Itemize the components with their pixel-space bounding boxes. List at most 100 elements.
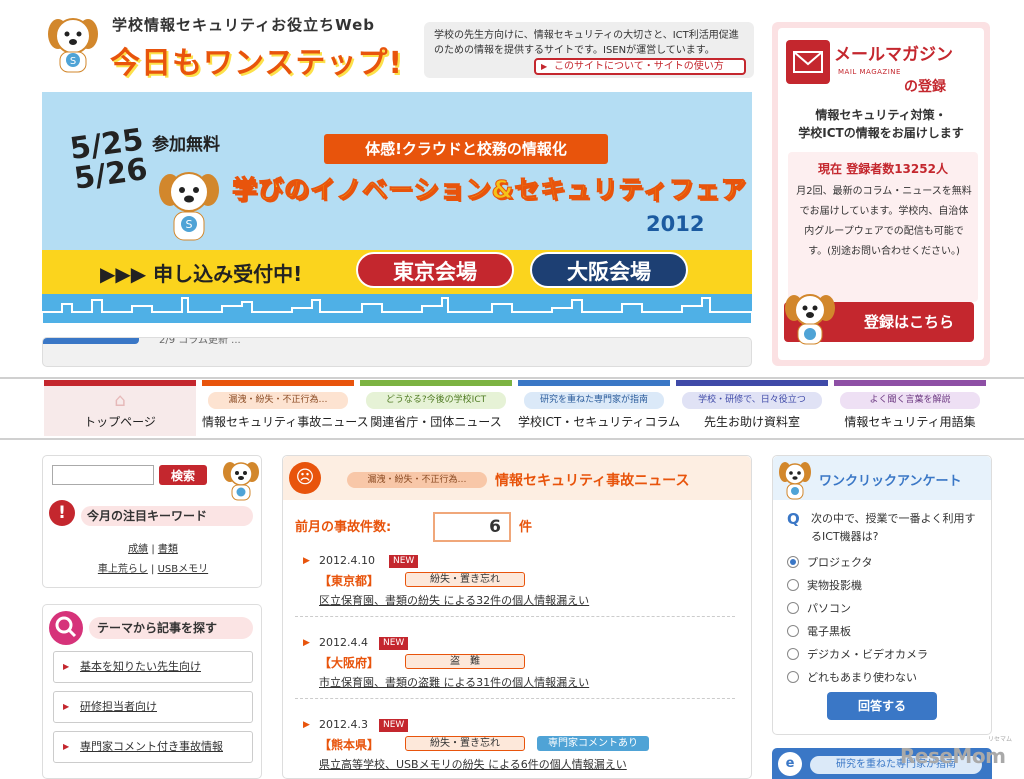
home-icon: ⌂: [114, 390, 126, 411]
news-link[interactable]: 区立保育園、書類の紛失 による32件の個人情報漏えい: [319, 592, 589, 608]
nav-label: 情報セキュリティ事故ニュース: [202, 415, 369, 429]
news-entry: ▶ 2012.4.3 NEW 【熊本県】 紛失・置き忘れ 専門家コメントあり 県…: [295, 716, 735, 779]
poll-option-label: 実物投影機: [807, 579, 862, 592]
banner-newsbar[interactable]: 2/9 コラム更新 ...: [42, 337, 752, 367]
arrow-icon: ▶: [303, 720, 310, 730]
nav-color-bar: [518, 380, 670, 386]
event-banner[interactable]: 5/25 5/26 参加無料 S 体感!クラウドと校務の情報化 学びのイノベーシ…: [42, 92, 752, 324]
poll-option[interactable]: 電子黒板: [787, 623, 987, 641]
poll-submit-button[interactable]: 回答する: [827, 692, 937, 720]
mail-magazine-register-label: の登録: [904, 79, 946, 95]
mail-magazine-info-box: 現在 登録者数13252人 月2回、最新のコラム・ニュースを無料でお届けしていま…: [788, 152, 978, 302]
tokyo-venue-button[interactable]: 東京会場: [356, 252, 514, 288]
news-link[interactable]: 県立高等学校、USBメモリの紛失 による6件の個人情報漏えい: [319, 756, 627, 772]
banner-dates: 5/25 5/26: [68, 122, 150, 197]
incident-count-value: 6: [433, 512, 511, 542]
news-title[interactable]: 情報セキュリティ事故ニュース: [495, 470, 689, 490]
keyword-link[interactable]: 成績: [128, 544, 148, 555]
nav-item-glossary[interactable]: よく聞く言葉を解説 情報セキュリティ用語集: [834, 380, 986, 436]
poll-mascot-icon: [777, 458, 813, 502]
nav-label: 情報セキュリティ用語集: [844, 415, 976, 429]
site-title[interactable]: 今日もワンステップ!: [110, 38, 403, 82]
search-panel: 検索 ! 今月の注目キーワード 成績 | 書類 車上荒らし | USBメモリ: [42, 455, 262, 588]
news-prefecture: 【熊本県】: [319, 738, 380, 752]
newsbar-text[interactable]: 2/9 コラム更新 ...: [159, 338, 241, 346]
theme-panel: テーマから記事を探す 基本を知りたい先生向け 研修担当者向け 専門家コメント付き…: [42, 604, 262, 779]
poll-option-label: どれもあまり使わない: [807, 671, 917, 684]
theme-link-beginner[interactable]: 基本を知りたい先生向け: [53, 651, 253, 683]
nav-sub-label: 研究を重ねた専門家が指南: [524, 392, 664, 409]
poll-option-label: デジカメ・ビデオカメラ: [807, 648, 928, 661]
incident-news-panel: ☹ 漏洩・紛失・不正行為… 情報セキュリティ事故ニュース 前月の事故件数: 6 …: [282, 455, 752, 779]
poll-panel: ワンクリックアンケート Q 次の中で、授業で一番よく利用するICT機器は? プロ…: [772, 455, 992, 735]
keyword-link[interactable]: USBメモリ: [158, 564, 209, 575]
banner-mascot-icon: S: [154, 166, 224, 246]
poll-header: ワンクリックアンケート: [773, 456, 991, 500]
skyline-decoration: [42, 294, 752, 324]
mail-magazine-description: 情報セキュリティ対策・ 学校ICTの情報をお届けします: [778, 106, 984, 142]
new-badge: NEW: [379, 637, 409, 650]
about-site-link[interactable]: このサイトについて・サイトの使い方: [534, 58, 746, 75]
banner-ribbon: 体感!クラウドと校務の情報化: [324, 134, 608, 164]
keyword-link[interactable]: 車上荒らし: [98, 564, 148, 575]
nav-item-column[interactable]: 研究を重ねた専門家が指南 学校ICT・セキュリティコラム: [518, 380, 681, 436]
sad-face-icon: ☹: [289, 462, 321, 494]
keywords-row-2: 車上荒らし | USBメモリ: [43, 560, 263, 580]
search-mascot-icon: [221, 458, 261, 502]
expert-comment-badge[interactable]: 専門家コメントあり: [537, 736, 649, 751]
nav-item-home[interactable]: ⌂ トップページ: [44, 380, 196, 436]
exclamation-icon: !: [49, 500, 75, 526]
theme-link-training[interactable]: 研修担当者向け: [53, 691, 253, 723]
nav-item-resources[interactable]: 学校・研修で、日々役立つ 先生お助け資料室: [676, 380, 828, 436]
incident-count-label: 前月の事故件数:: [295, 520, 392, 535]
theme-link-expert[interactable]: 専門家コメント付き事故情報: [53, 731, 253, 763]
expert-column-icon: e: [778, 752, 802, 776]
banner-date-2: 5/26: [71, 151, 150, 197]
nav-top-rule: [0, 377, 1024, 379]
keywords-title: 今月の注目キーワード: [81, 506, 253, 526]
news-category: 紛失・置き忘れ: [405, 572, 525, 587]
radio[interactable]: [787, 579, 799, 591]
nav-item-ministry-news[interactable]: どうなる?今後の学校ICT 関連省庁・団体ニュース: [360, 380, 512, 436]
new-badge: NEW: [379, 719, 409, 732]
theme-title: テーマから記事を探す: [89, 617, 253, 639]
new-badge: NEW: [389, 555, 419, 568]
radio[interactable]: [787, 625, 799, 637]
mail-magazine-panel: メールマガジン MAIL MAGAZINE の登録 情報セキュリティ対策・ 学校…: [772, 22, 990, 366]
search-input[interactable]: [52, 465, 154, 485]
mail-magazine-body: 月2回、最新のコラム・ニュースを無料でお届けしています。学校内、自治体内グループ…: [796, 186, 972, 257]
banner-fair-title: 学びのイノベーション&セキュリティフェア: [232, 175, 747, 205]
register-mascot-icon: [782, 288, 838, 348]
entry-divider: [295, 616, 735, 617]
poll-option[interactable]: デジカメ・ビデオカメラ: [787, 646, 987, 664]
arrow-icon: ▶: [303, 638, 310, 648]
news-link[interactable]: 市立保育園、書類の盗難 による31件の個人情報漏えい: [319, 674, 589, 690]
arrow-icon: ▶: [303, 556, 310, 566]
site-subtitle: 学校情報セキュリティお役立ちWeb: [112, 16, 376, 34]
poll-question: 次の中で、授業で一番よく利用するICT機器は?: [811, 512, 976, 543]
poll-option[interactable]: どれもあまり使わない: [787, 669, 987, 687]
mail-magazine-title: メールマガジン: [834, 45, 953, 65]
nav-label: 学校ICT・セキュリティコラム: [518, 415, 681, 429]
keywords-list: 成績 | 書類 車上荒らし | USBメモリ: [43, 540, 263, 580]
mascot-logo-icon[interactable]: S: [42, 12, 104, 76]
radio-selected[interactable]: [787, 556, 799, 568]
keyword-link[interactable]: 書類: [158, 544, 178, 555]
nav-item-incident-news[interactable]: 漏洩・紛失・不正行為… 情報セキュリティ事故ニュース: [202, 380, 369, 436]
resemom-watermark: ReseMom: [900, 744, 1006, 768]
banner-year: 2012: [646, 212, 705, 236]
news-category: 盗 難: [405, 654, 525, 669]
nav-label: トップページ: [84, 415, 156, 429]
radio[interactable]: [787, 671, 799, 683]
news-header: ☹ 漏洩・紛失・不正行為… 情報セキュリティ事故ニュース: [283, 456, 751, 500]
osaka-venue-button[interactable]: 大阪会場: [530, 252, 688, 288]
news-category: 紛失・置き忘れ: [405, 736, 525, 751]
poll-option[interactable]: 実物投影機: [787, 577, 987, 595]
radio[interactable]: [787, 648, 799, 660]
poll-option[interactable]: プロジェクタ: [787, 554, 987, 572]
news-tag: 漏洩・紛失・不正行為…: [347, 472, 487, 488]
poll-option[interactable]: パソコン: [787, 600, 987, 618]
radio[interactable]: [787, 602, 799, 614]
search-button[interactable]: 検索: [159, 465, 207, 485]
incident-count-unit: 件: [519, 520, 533, 535]
